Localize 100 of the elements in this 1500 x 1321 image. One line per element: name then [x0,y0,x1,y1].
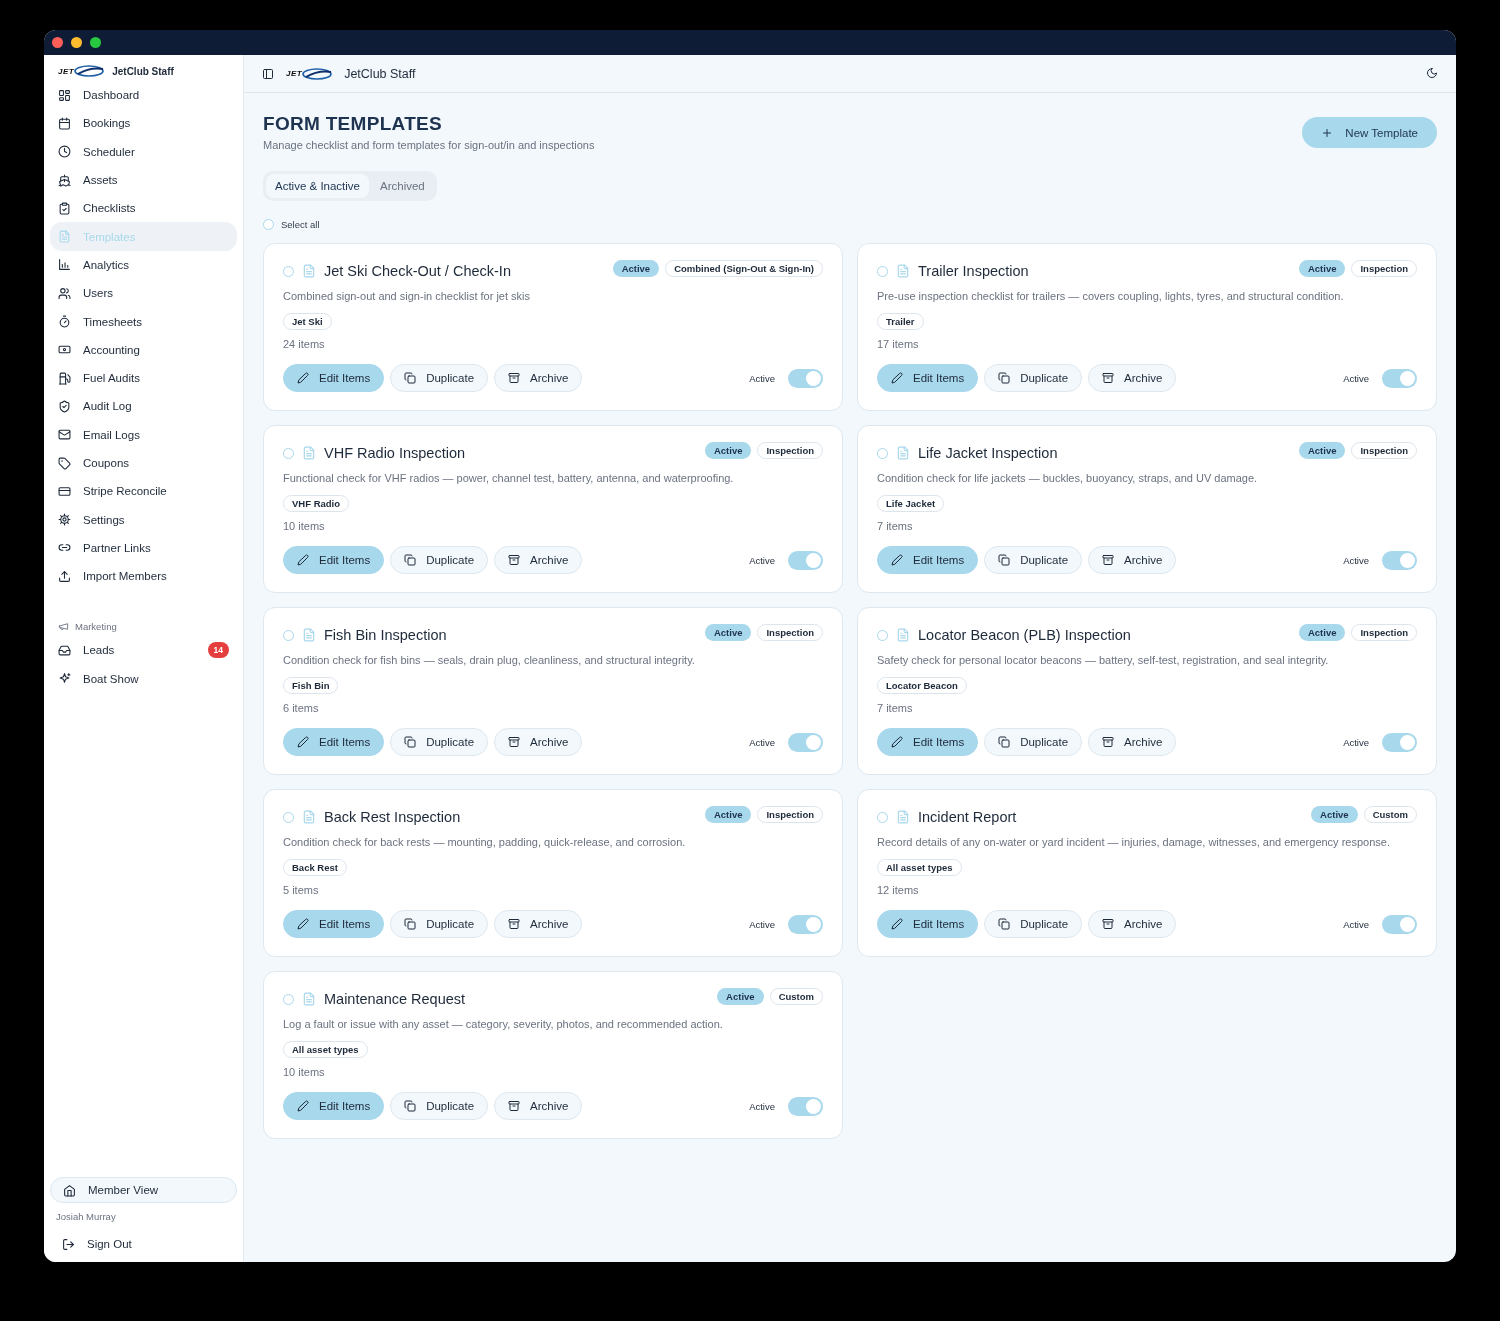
document-icon [896,628,910,642]
active-toggle[interactable] [1382,550,1417,570]
sidebar-item[interactable]: Stripe Reconcile [50,477,237,506]
active-toggle[interactable] [1382,732,1417,752]
pencil-icon [297,1100,309,1112]
duplicate-button[interactable]: Duplicate [984,364,1083,392]
sidebar-item[interactable]: Boat Show [50,664,237,693]
copy-icon [998,918,1011,930]
active-toggle[interactable] [788,1096,823,1116]
card-checkbox[interactable] [283,629,294,641]
tab[interactable]: Active & Inactive [266,174,369,198]
card-checkbox[interactable] [283,447,294,459]
card-checkbox[interactable] [283,993,294,1005]
megaphone-icon [58,620,69,632]
sidebar-item[interactable]: Import Members [50,562,237,591]
edit-items-button[interactable]: Edit Items [877,364,979,392]
edit-items-button[interactable]: Edit Items [283,546,385,574]
card-checkbox[interactable] [283,265,294,277]
pencil-icon [891,918,903,930]
template-description: Condition check for fish bins — seals, drain plug, cleanliness, and structural integrity. [283,653,696,668]
sidebar-item[interactable]: Leads 14 [50,636,237,665]
duplicate-button[interactable]: Duplicate [390,364,489,392]
pencil-icon [297,918,309,930]
duplicate-button[interactable]: Duplicate [390,728,489,756]
edit-items-button[interactable]: Edit Items [877,728,979,756]
active-toggle[interactable] [1382,914,1417,934]
member-view-button[interactable]: Member View [50,1177,237,1203]
sidebar-item[interactable]: Settings [50,505,237,534]
duplicate-button[interactable]: Duplicate [984,728,1083,756]
copy-icon [404,372,417,384]
copy-icon [998,372,1011,384]
sidebar-item[interactable]: Users [50,279,237,308]
sidebar-item[interactable]: Bookings [50,109,237,138]
edit-items-button[interactable]: Edit Items [283,364,385,392]
item-count: 6 items [283,702,320,714]
edit-items-button[interactable]: Edit Items [877,546,979,574]
archive-button[interactable]: Archive [494,728,583,756]
select-all-checkbox[interactable] [263,219,274,230]
sidebar-toggle-icon [262,67,274,80]
archive-button[interactable]: Archive [1088,364,1177,392]
sidebar-item[interactable]: Email Logs [50,420,237,449]
select-all-label: Select all [281,219,320,230]
sidebar-item[interactable]: Dashboard [50,81,237,110]
sidebar-item[interactable]: Audit Log [50,392,237,421]
sidebar-item[interactable]: Partner Links [50,533,237,563]
inbox-icon [58,644,71,657]
duplicate-button[interactable]: Duplicate [390,910,489,938]
template-title: Maintenance Request [324,991,466,1007]
archive-button[interactable]: Archive [494,364,583,392]
card-checkbox[interactable] [283,811,294,823]
sidebar-item[interactable]: Fuel Audits [50,363,237,393]
sign-out-button[interactable]: Sign Out [50,1234,237,1254]
calendar-icon [58,116,71,130]
toggle-label: Active [1343,918,1369,930]
archive-button[interactable]: Archive [1088,728,1177,756]
item-count: 7 items [877,702,914,714]
card-checkbox[interactable] [877,447,888,459]
sidebar-item[interactable]: Assets [50,165,237,195]
card-checkbox[interactable] [877,629,888,641]
archive-button[interactable]: Archive [1088,546,1177,574]
active-toggle[interactable] [1382,368,1417,388]
sparkle-icon [58,672,71,686]
edit-items-button[interactable]: Edit Items [877,910,979,938]
sidebar-item[interactable]: Analytics [50,250,237,280]
sidebar-item[interactable]: Accounting [50,335,237,364]
duplicate-button[interactable]: Duplicate [390,1092,489,1120]
archive-button[interactable]: Archive [494,910,583,938]
count-badge: 14 [207,642,229,659]
clock-icon [58,145,71,159]
new-template-button[interactable]: New Template [1302,117,1437,148]
active-toggle[interactable] [788,368,823,388]
archive-button[interactable]: Archive [1088,910,1177,938]
archive-button[interactable]: Archive [494,546,583,574]
close-window-dot[interactable] [52,37,63,48]
active-toggle[interactable] [788,550,823,570]
template-title: Jet Ski Check-Out / Check-In [324,263,511,279]
sidebar-item[interactable]: Scheduler [50,137,237,166]
toggle-label: Active [1343,736,1369,748]
sidebar-item[interactable]: Timesheets [50,307,237,336]
minimize-window-dot[interactable] [71,37,82,48]
active-toggle[interactable] [788,732,823,752]
card-checkbox[interactable] [877,811,888,823]
moon-icon [1426,66,1438,79]
active-toggle[interactable] [788,914,823,934]
archive-box-icon [508,554,521,566]
card-checkbox[interactable] [877,265,888,277]
edit-items-button[interactable]: Edit Items [283,1092,385,1120]
maximize-window-dot[interactable] [90,37,101,48]
duplicate-button[interactable]: Duplicate [984,546,1083,574]
edit-items-button[interactable]: Edit Items [283,910,385,938]
archive-button[interactable]: Archive [494,1092,583,1120]
stopwatch-icon [58,315,71,328]
item-count: 7 items [877,520,914,532]
sidebar-item[interactable]: Checklists [50,194,237,223]
edit-items-button[interactable]: Edit Items [283,728,385,756]
tab[interactable]: Archived [371,174,434,198]
sidebar-item[interactable]: Coupons [50,448,237,478]
bar-chart-icon [58,258,71,272]
duplicate-button[interactable]: Duplicate [390,546,489,574]
duplicate-button[interactable]: Duplicate [984,910,1083,938]
